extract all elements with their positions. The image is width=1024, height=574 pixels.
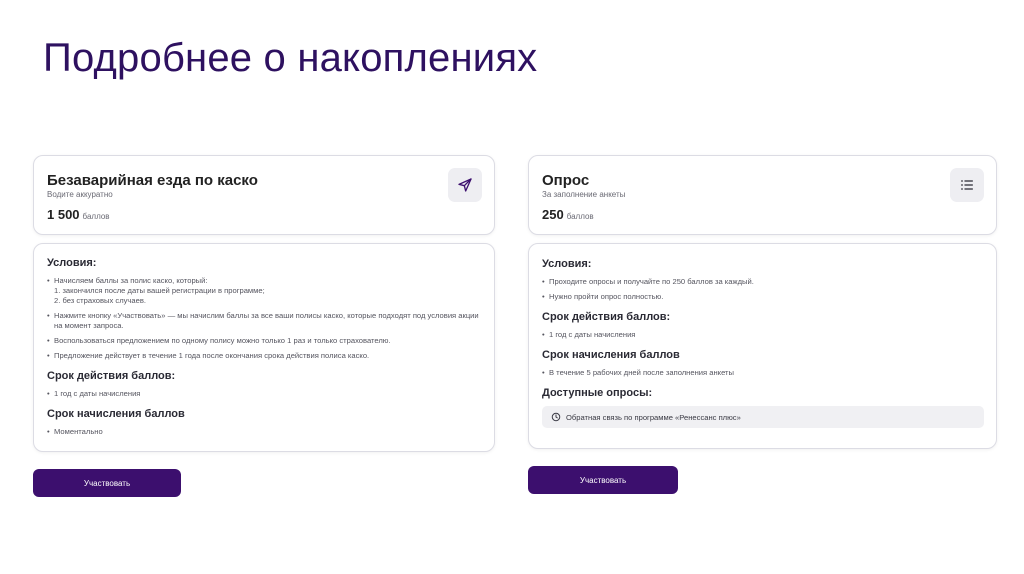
right-conditions-title: Условия: [542,258,592,270]
left-offer-title: Безаварийная езда по каско [47,172,258,189]
left-offer-card: Безаварийная езда по каско Водите аккура… [33,155,495,235]
right-accrual-title: Срок начисления баллов [542,349,680,361]
right-offer-subtitle: За заполнение анкеты [542,190,626,199]
validity-text: 1 год с даты начисления [54,389,141,398]
survey-item[interactable]: Обратная связь по программе «Ренессанс п… [542,406,984,428]
condition-text: Нажмите кнопку «Участвовать» — мы начисл… [54,311,479,330]
right-participate-button[interactable]: Участвовать [528,466,678,494]
list-item: • 1 год с даты начисления [47,389,141,398]
condition-text: Воспользоваться предложением по одному п… [54,336,391,345]
right-details-card: Условия: • Проходите опросы и получайте п… [528,243,997,449]
list-item: • Начисляем баллы за полис каско, которы… [47,276,265,305]
list-item: • Нажмите кнопку «Участвовать» — мы начис… [47,311,482,331]
left-offer-subtitle: Водите аккуратно [47,190,113,199]
accrual-text: Моментально [54,427,103,436]
survey-label: Обратная связь по программе «Ренессанс п… [566,412,741,422]
accrual-text: В течение 5 рабочих дней после заполнени… [549,368,734,377]
right-offer-card: Опрос За заполнение анкеты 250 баллов [528,155,997,235]
left-points-value: 1 500 [47,207,80,222]
condition-sub: 1. закончился после даты вашей регистрац… [54,286,265,295]
left-points-unit: баллов [82,212,110,221]
left-validity-title: Срок действия баллов: [47,370,176,382]
list-item: • Нужно пройти опрос полностью. [542,292,664,301]
right-available-title: Доступные опросы: [542,387,653,399]
list-item: • Проходите опросы и получайте по 250 бал… [542,277,754,286]
right-points-value: 250 [542,207,564,222]
left-accrual-title: Срок начисления баллов [47,408,185,420]
list-item: • Моментально [47,427,103,436]
condition-text: Начисляем баллы за полис каско, который: [54,276,208,285]
list-item: • Воспользоваться предложением по одному … [47,336,391,345]
condition-text: Нужно пройти опрос полностью. [549,292,664,301]
left-participate-button[interactable]: Участвовать [33,469,181,497]
condition-sub: 2. без страховых случаев. [54,296,146,305]
list-icon[interactable] [950,168,984,202]
page-title: Подробнее о накоплениях [43,36,538,80]
clock-icon [551,412,561,422]
left-offer-points: 1 500 баллов [47,207,110,222]
left-conditions-title: Условия: [47,257,97,269]
condition-text: Проходите опросы и получайте по 250 балл… [549,277,754,286]
condition-text: Предложение действует в течение 1 года п… [54,351,370,360]
left-details-card: Условия: • Начисляем баллы за полис каск… [33,243,495,452]
right-points-unit: баллов [566,212,594,221]
send-icon[interactable] [448,168,482,202]
list-item: • 1 год с даты начисления [542,330,636,339]
list-item: • В течение 5 рабочих дней после заполнен… [542,368,734,377]
right-offer-title: Опрос [542,172,590,189]
list-item: • Предложение действует в течение 1 года … [47,351,370,360]
validity-text: 1 год с даты начисления [549,330,636,339]
right-offer-points: 250 баллов [542,207,594,222]
right-validity-title: Срок действия баллов: [542,311,671,323]
